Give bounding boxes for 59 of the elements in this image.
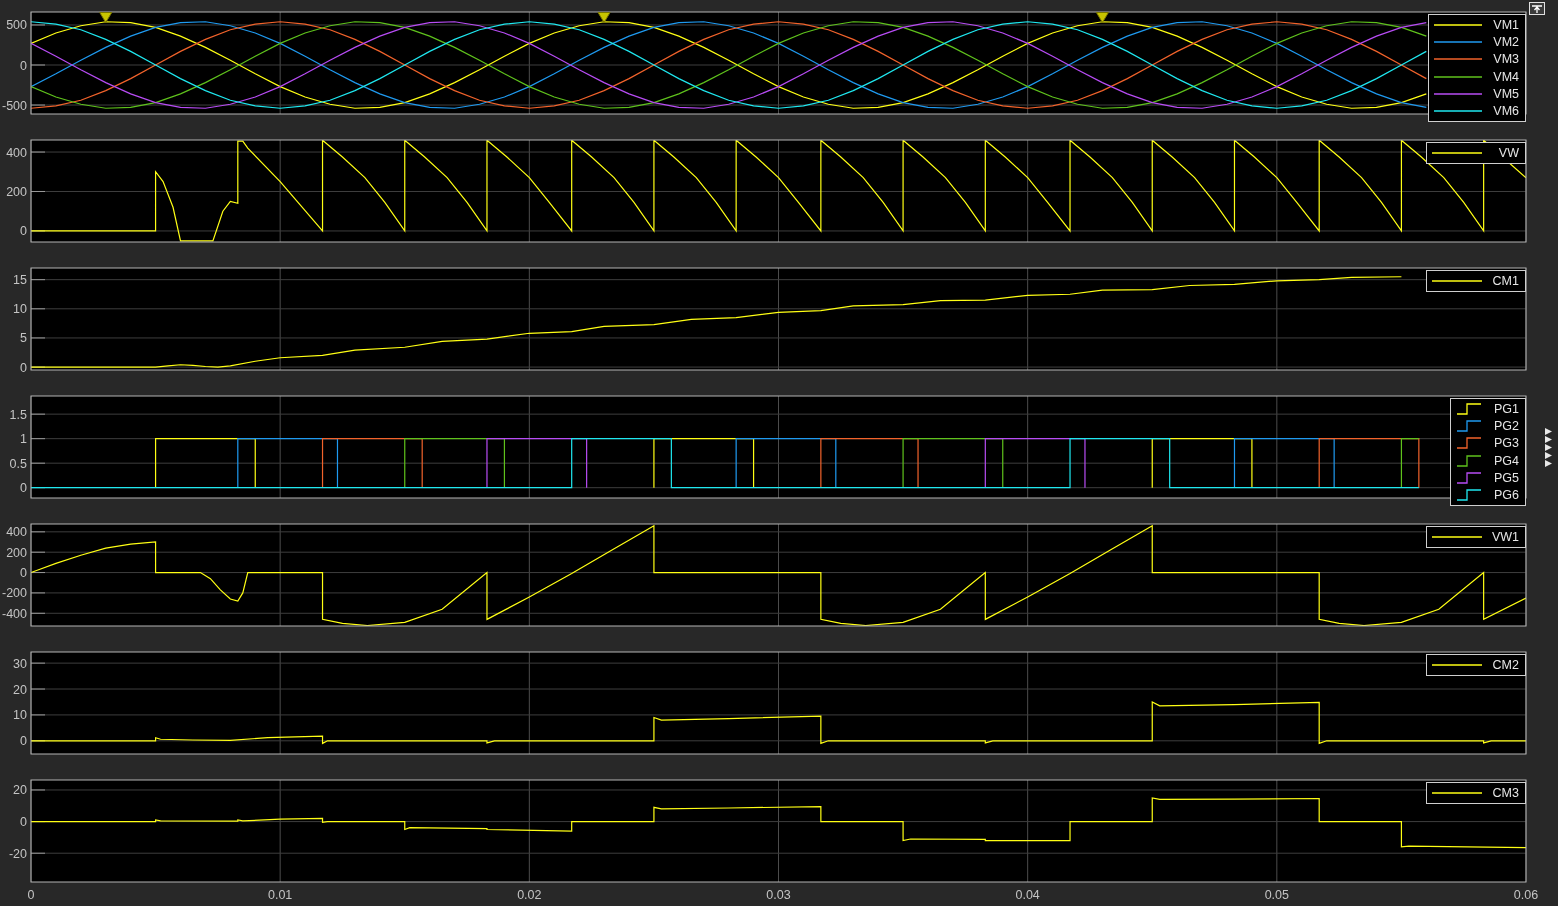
tick-label: 0 bbox=[20, 224, 27, 239]
expand-arrow-icon[interactable] bbox=[1545, 443, 1552, 451]
tick-label: 1.5 bbox=[9, 407, 27, 422]
legend-label: VW bbox=[1497, 146, 1519, 160]
tick-label: 0.05 bbox=[1264, 888, 1289, 902]
tick-label: 200 bbox=[6, 545, 27, 560]
legend-label: CM2 bbox=[1491, 658, 1519, 672]
tick-label: -20 bbox=[8, 846, 27, 861]
legend-label: PG3 bbox=[1493, 436, 1519, 451]
tick-label: 10 bbox=[13, 302, 27, 317]
tick-label: 200 bbox=[6, 185, 27, 199]
tick-label: -200 bbox=[1, 586, 27, 601]
tick-label: 0.03 bbox=[766, 888, 791, 902]
peak-marker-icon[interactable] bbox=[99, 12, 113, 23]
legend-label: PG1 bbox=[1493, 401, 1519, 416]
tick-label: 0 bbox=[20, 360, 27, 375]
tick-label: 1 bbox=[20, 432, 27, 447]
tick-label: 0.06 bbox=[1513, 888, 1539, 902]
tick-label: 5 bbox=[20, 331, 27, 346]
tick-label: 20 bbox=[13, 682, 27, 697]
tick-label: 0.5 bbox=[9, 456, 27, 471]
tick-label: 30 bbox=[13, 656, 27, 671]
tick-label: -400 bbox=[1, 606, 27, 621]
expand-arrow-icon[interactable] bbox=[1545, 451, 1552, 459]
tick-label: -500 bbox=[1, 98, 27, 113]
peak-marker-icon[interactable] bbox=[597, 12, 611, 23]
legend-label: VM5 bbox=[1492, 86, 1519, 101]
tick-label: 0 bbox=[27, 888, 35, 902]
tick-label: 0 bbox=[20, 815, 27, 830]
tick-label: 0 bbox=[20, 58, 27, 73]
legend-label: PG6 bbox=[1493, 488, 1519, 503]
tick-label: 0 bbox=[20, 481, 27, 496]
legend-label: VM4 bbox=[1492, 69, 1519, 84]
tick-label: 0.02 bbox=[517, 888, 542, 902]
peak-marker-icon[interactable] bbox=[1095, 12, 1109, 23]
tick-label: 500 bbox=[6, 18, 27, 33]
tick-label: 15 bbox=[13, 273, 27, 288]
legend-label: CM3 bbox=[1491, 786, 1519, 800]
expand-arrow-icon[interactable] bbox=[1545, 435, 1552, 443]
legend-label: CM1 bbox=[1491, 274, 1519, 288]
legend-label: VM6 bbox=[1492, 104, 1519, 119]
legend-label: VM2 bbox=[1492, 34, 1519, 49]
tick-label: 0.01 bbox=[268, 888, 293, 902]
tick-label: 0.04 bbox=[1015, 888, 1040, 902]
tick-label: 10 bbox=[13, 708, 27, 723]
tick-label: 400 bbox=[6, 145, 27, 160]
legend-label: VM3 bbox=[1492, 52, 1519, 67]
tick-label: 0 bbox=[20, 734, 27, 749]
undock-icon[interactable] bbox=[1529, 2, 1545, 15]
expand-arrow-icon[interactable] bbox=[1545, 459, 1552, 467]
tick-label: 20 bbox=[13, 783, 27, 798]
expand-arrow-icon[interactable] bbox=[1545, 427, 1552, 435]
legend-label: PG4 bbox=[1493, 453, 1519, 468]
legend-label: VW1 bbox=[1490, 530, 1519, 544]
legend-label: VM1 bbox=[1492, 17, 1519, 32]
legend-label: PG2 bbox=[1493, 418, 1519, 433]
legend-label: PG5 bbox=[1493, 470, 1519, 485]
tick-label: 0 bbox=[20, 566, 27, 581]
tick-label: 400 bbox=[6, 525, 27, 540]
